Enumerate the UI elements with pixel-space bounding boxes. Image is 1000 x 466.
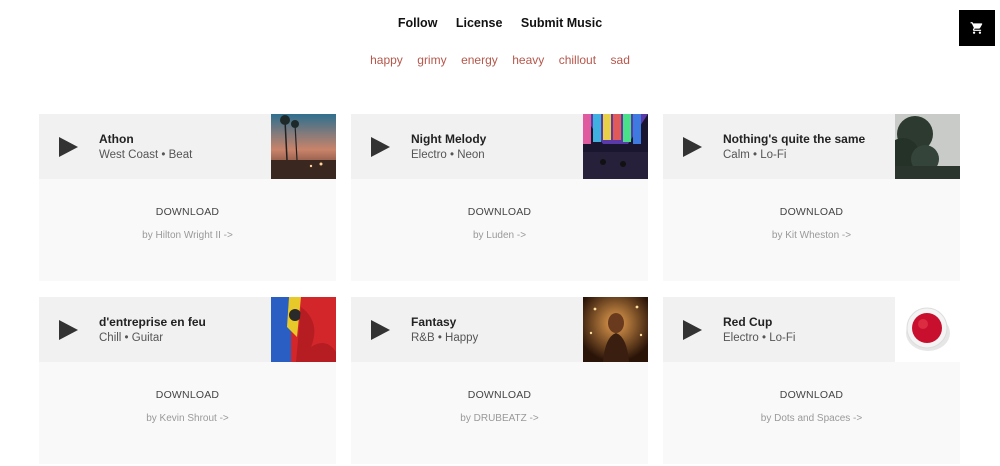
tag-happy[interactable]: happy (370, 53, 403, 67)
track-title: Red Cup (723, 315, 773, 329)
track-card-athon: Athon West Coast • Beat DOWNLOAD by Hilt… (39, 114, 336, 281)
track-cover (895, 297, 960, 362)
track-title: Night Melody (411, 132, 487, 146)
track-cover (895, 114, 960, 179)
play-icon[interactable] (683, 320, 702, 340)
top-nav: Follow License Submit Music (0, 14, 1000, 32)
download-button[interactable]: DOWNLOAD (39, 389, 336, 401)
author-link[interactable]: by DRUBEATZ -> (351, 413, 648, 424)
track-subtitle: Calm • Lo-Fi (723, 149, 787, 161)
track-card-night-melody: Night Melody Electro • Neon DOWNLOAD by … (351, 114, 648, 281)
track-header: Red Cup Electro • Lo-Fi (663, 297, 960, 362)
track-subtitle: Chill • Guitar (99, 332, 164, 344)
download-button[interactable]: DOWNLOAD (351, 206, 648, 218)
track-header: Athon West Coast • Beat (39, 114, 336, 179)
tag-list: happy grimy energy heavy chillout sad (0, 51, 1000, 69)
play-icon[interactable] (371, 320, 390, 340)
play-icon[interactable] (59, 137, 78, 157)
track-header: d'entreprise en feu Chill • Guitar (39, 297, 336, 362)
track-header: Fantasy R&B • Happy (351, 297, 648, 362)
author-link[interactable]: by Dots and Spaces -> (663, 413, 960, 424)
play-icon[interactable] (371, 137, 390, 157)
nav-license[interactable]: License (456, 16, 503, 30)
nav-submit-music[interactable]: Submit Music (521, 16, 602, 30)
track-title: Nothing's quite the same (723, 132, 866, 146)
track-subtitle: Electro • Lo-Fi (723, 332, 796, 344)
tag-grimy[interactable]: grimy (417, 53, 446, 67)
download-button[interactable]: DOWNLOAD (663, 389, 960, 401)
tag-energy[interactable]: energy (461, 53, 498, 67)
track-cover (583, 297, 648, 362)
track-card-fantasy: Fantasy R&B • Happy DOWNLOAD by DRUBEATZ… (351, 297, 648, 464)
play-icon[interactable] (683, 137, 702, 157)
track-card-dentreprise-en-feu: d'entreprise en feu Chill • Guitar DOWNL… (39, 297, 336, 464)
download-button[interactable]: DOWNLOAD (351, 389, 648, 401)
track-card-red-cup: Red Cup Electro • Lo-Fi DOWNLOAD by Dots… (663, 297, 960, 464)
track-subtitle: Electro • Neon (411, 149, 485, 161)
tag-sad[interactable]: sad (611, 53, 630, 67)
nav-follow[interactable]: Follow (398, 16, 438, 30)
author-link[interactable]: by Hilton Wright II -> (39, 230, 336, 241)
download-button[interactable]: DOWNLOAD (39, 206, 336, 218)
track-card-nothings-quite-the-same: Nothing's quite the same Calm • Lo-Fi DO… (663, 114, 960, 281)
track-cover (271, 297, 336, 362)
author-link[interactable]: by Luden -> (351, 230, 648, 241)
tag-chillout[interactable]: chillout (559, 53, 596, 67)
cart-button[interactable] (959, 10, 995, 46)
author-link[interactable]: by Kevin Shrout -> (39, 413, 336, 424)
track-cover (583, 114, 648, 179)
track-subtitle: West Coast • Beat (99, 149, 193, 161)
track-cover (271, 114, 336, 179)
track-title: Athon (99, 132, 134, 146)
download-button[interactable]: DOWNLOAD (663, 206, 960, 218)
track-header: Nothing's quite the same Calm • Lo-Fi (663, 114, 960, 179)
tag-heavy[interactable]: heavy (512, 53, 544, 67)
track-header: Night Melody Electro • Neon (351, 114, 648, 179)
play-icon[interactable] (59, 320, 78, 340)
track-title: Fantasy (411, 315, 457, 329)
track-title: d'entreprise en feu (99, 315, 206, 329)
track-subtitle: R&B • Happy (411, 332, 479, 344)
cart-icon (970, 22, 983, 34)
author-link[interactable]: by Kit Wheston -> (663, 230, 960, 241)
